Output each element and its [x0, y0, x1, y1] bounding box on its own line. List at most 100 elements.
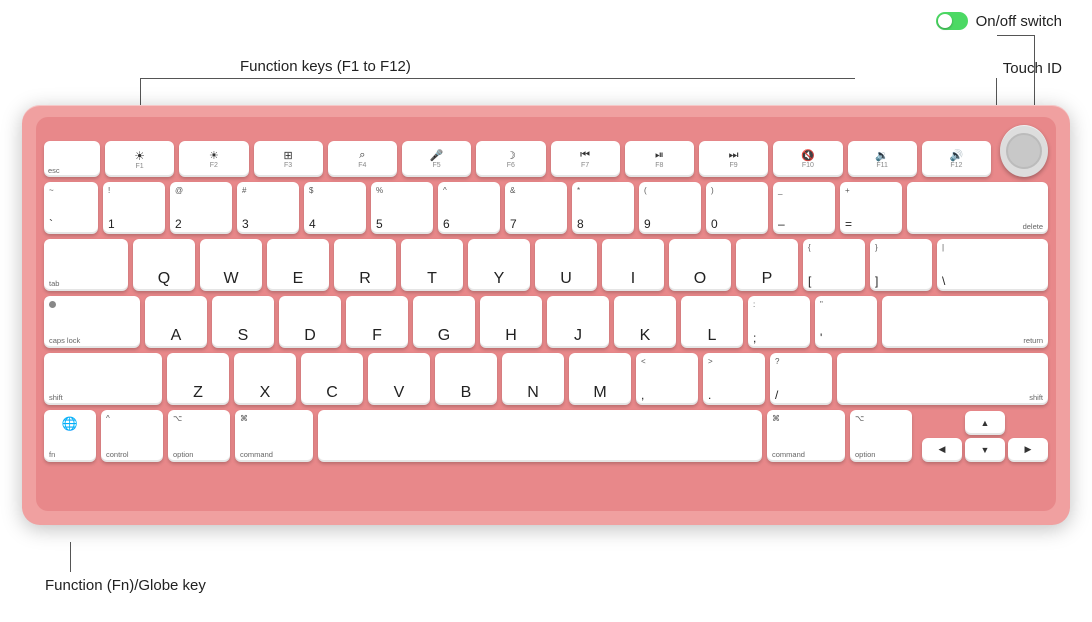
key-1[interactable]: ! 1: [103, 182, 165, 234]
key-backtick-main: `: [49, 217, 53, 231]
key-w[interactable]: W: [200, 239, 262, 291]
scene: On/off switch Touch ID Function keys (F1…: [0, 0, 1092, 622]
key-less-than: <: [641, 357, 646, 366]
key-minus-top: _: [778, 186, 782, 195]
key-command-left[interactable]: ⌘ command: [235, 410, 313, 462]
key-slash[interactable]: ? /: [770, 353, 832, 405]
key-d[interactable]: D: [279, 296, 341, 348]
key-touchid[interactable]: [1000, 125, 1048, 177]
key-option-left[interactable]: ⌥ option: [168, 410, 230, 462]
key-y[interactable]: Y: [468, 239, 530, 291]
key-f[interactable]: F: [346, 296, 408, 348]
fn-globe-line-v: [70, 542, 71, 572]
key-l[interactable]: L: [681, 296, 743, 348]
toggle-switch[interactable]: [936, 12, 968, 30]
key-option-right[interactable]: ⌥ option: [850, 410, 912, 462]
key-c[interactable]: C: [301, 353, 363, 405]
key-m[interactable]: M: [569, 353, 631, 405]
key-x[interactable]: X: [234, 353, 296, 405]
command-left-label: command: [240, 450, 273, 459]
key-open-bracket[interactable]: { [: [803, 239, 865, 291]
key-greater-than: >: [708, 357, 713, 366]
key-p[interactable]: P: [736, 239, 798, 291]
delete-label: delete: [1023, 222, 1043, 231]
key-comma-main: ,: [641, 388, 644, 402]
key-f10[interactable]: 🔇 F10: [773, 141, 842, 177]
key-fn[interactable]: 🌐 fn: [44, 410, 96, 462]
key-f11[interactable]: 🔉 F11: [848, 141, 917, 177]
number-row: ~ ` ! 1 @ 2 # 3 $ 4: [44, 182, 1048, 234]
key-z[interactable]: Z: [167, 353, 229, 405]
key-equals[interactable]: + =: [840, 182, 902, 234]
key-semicolon[interactable]: : ;: [748, 296, 810, 348]
key-backtick[interactable]: ~ `: [44, 182, 98, 234]
key-e[interactable]: E: [267, 239, 329, 291]
key-return[interactable]: return: [882, 296, 1048, 348]
key-comma[interactable]: < ,: [636, 353, 698, 405]
key-i[interactable]: I: [602, 239, 664, 291]
key-q[interactable]: Q: [133, 239, 195, 291]
key-b[interactable]: B: [435, 353, 497, 405]
key-f7[interactable]: ⏮ F7: [551, 141, 620, 177]
key-f5[interactable]: 🎤 F5: [402, 141, 471, 177]
key-tab[interactable]: tab: [44, 239, 128, 291]
key-2-top: @: [175, 186, 183, 195]
key-f8[interactable]: ⏯ F8: [625, 141, 694, 177]
key-f6[interactable]: ☽ F6: [476, 141, 545, 177]
key-o[interactable]: O: [669, 239, 731, 291]
key-command-right[interactable]: ⌘ command: [767, 410, 845, 462]
key-t[interactable]: T: [401, 239, 463, 291]
key-f2[interactable]: ☀ F2: [179, 141, 248, 177]
key-caps-lock[interactable]: caps lock: [44, 296, 140, 348]
key-minus-main: –: [778, 217, 785, 231]
key-quote[interactable]: " ': [815, 296, 877, 348]
key-equals-top: +: [845, 186, 850, 195]
key-2[interactable]: @ 2: [170, 182, 232, 234]
key-esc[interactable]: esc: [44, 141, 100, 177]
key-minus[interactable]: _ –: [773, 182, 835, 234]
key-v[interactable]: V: [368, 353, 430, 405]
key-backslash-main: \: [942, 274, 945, 288]
key-arrow-left[interactable]: ◀: [922, 438, 962, 462]
keyboard-body: esc ☀ F1 ☀ F2 ⊞ F3 ⌕ F4: [22, 105, 1070, 525]
key-shift-right[interactable]: shift: [837, 353, 1048, 405]
key-f3[interactable]: ⊞ F3: [254, 141, 323, 177]
key-shift-left[interactable]: shift: [44, 353, 162, 405]
key-5-top: %: [376, 186, 383, 195]
key-n[interactable]: N: [502, 353, 564, 405]
fn-globe-annotation: Function (Fn)/Globe key: [45, 577, 206, 594]
key-s[interactable]: S: [212, 296, 274, 348]
key-arrow-right[interactable]: ▶: [1008, 438, 1048, 462]
key-5[interactable]: % 5: [371, 182, 433, 234]
key-period[interactable]: > .: [703, 353, 765, 405]
key-k[interactable]: K: [614, 296, 676, 348]
arrow-key-group: ▲ ◀ ▼ ▶: [922, 411, 1048, 462]
key-f4[interactable]: ⌕ F4: [328, 141, 397, 177]
key-8[interactable]: * 8: [572, 182, 634, 234]
key-3[interactable]: # 3: [237, 182, 299, 234]
key-9[interactable]: ( 9: [639, 182, 701, 234]
key-f12[interactable]: 🔊 F12: [922, 141, 991, 177]
key-7[interactable]: & 7: [505, 182, 567, 234]
key-space[interactable]: [318, 410, 762, 462]
key-0[interactable]: ) 0: [706, 182, 768, 234]
key-r[interactable]: R: [334, 239, 396, 291]
key-a[interactable]: A: [145, 296, 207, 348]
key-6[interactable]: ^ 6: [438, 182, 500, 234]
key-f1[interactable]: ☀ F1: [105, 141, 174, 177]
fn-key-label: fn: [49, 450, 55, 459]
funckeys-label-text: Function keys (F1 to F12): [240, 58, 411, 75]
key-arrow-up[interactable]: ▲: [965, 411, 1005, 435]
key-f9[interactable]: ⏭ F9: [699, 141, 768, 177]
key-h[interactable]: H: [480, 296, 542, 348]
key-backslash[interactable]: | \: [937, 239, 1048, 291]
key-j[interactable]: J: [547, 296, 609, 348]
key-g[interactable]: G: [413, 296, 475, 348]
key-u[interactable]: U: [535, 239, 597, 291]
key-3-top: #: [242, 186, 246, 195]
key-delete[interactable]: delete: [907, 182, 1048, 234]
key-close-bracket[interactable]: } ]: [870, 239, 932, 291]
key-control[interactable]: ^ control: [101, 410, 163, 462]
key-arrow-down[interactable]: ▼: [965, 438, 1005, 462]
key-4[interactable]: $ 4: [304, 182, 366, 234]
